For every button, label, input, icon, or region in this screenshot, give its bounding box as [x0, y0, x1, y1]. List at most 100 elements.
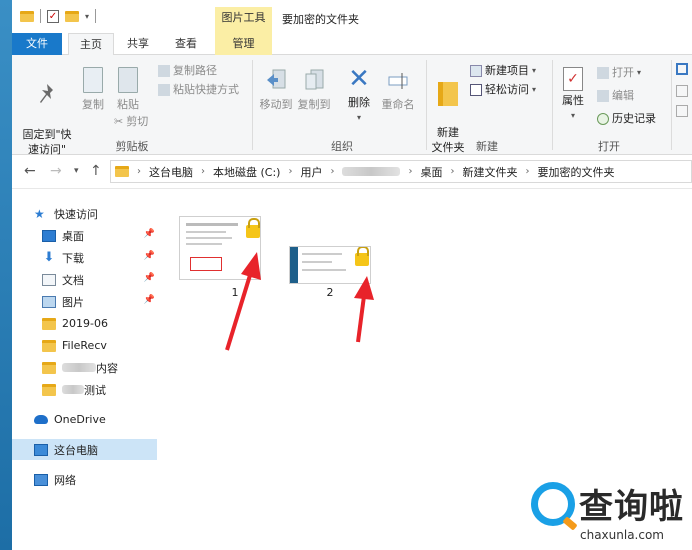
title-bar: ✓ ▾ 图片工具 要加密的文件夹: [12, 0, 692, 33]
ribbon-divider: [552, 60, 553, 150]
copy-button[interactable]: 复制: [78, 67, 108, 112]
tab-share[interactable]: 共享: [116, 33, 160, 55]
chevron-right-icon[interactable]: ›: [201, 166, 205, 177]
breadcrumb-current-folder[interactable]: 要加密的文件夹: [537, 164, 614, 180]
folder-icon: [20, 10, 34, 22]
properties-chevron-icon[interactable]: ▾: [556, 108, 590, 123]
address-bar[interactable]: › 这台电脑 › 本地磁盘 (C:) › 用户 › › 桌面 › 新建文件夹 ›…: [110, 160, 692, 183]
chevron-right-icon[interactable]: ›: [330, 166, 334, 177]
tab-view[interactable]: 查看: [164, 33, 208, 55]
folder-icon: [42, 361, 56, 374]
back-arrow-icon[interactable]: ←: [24, 163, 36, 179]
desktop-edge: [0, 0, 12, 550]
chevron-right-icon[interactable]: ›: [137, 166, 141, 177]
delete-dropdown-chevron-icon[interactable]: ▾: [342, 110, 376, 125]
breadcrumb-new-folder[interactable]: 新建文件夹: [462, 164, 517, 180]
edit-icon: [597, 90, 609, 102]
chevron-right-icon[interactable]: ›: [525, 166, 529, 177]
new-folder-icon[interactable]: [65, 10, 79, 22]
delete-label: 删除: [348, 96, 370, 109]
move-to-button[interactable]: 移动到: [258, 67, 294, 112]
select-all-icon[interactable]: [676, 63, 688, 75]
chevron-right-icon[interactable]: ›: [450, 166, 454, 177]
breadcrumb-users[interactable]: 用户: [300, 164, 322, 180]
move-to-icon: [267, 69, 286, 89]
pin-icon[interactable]: 📌: [144, 251, 155, 261]
new-item-chevron-icon: ▾: [532, 66, 537, 75]
nav-item-documents[interactable]: 文档 📌: [42, 269, 157, 290]
breadcrumb-local-disk[interactable]: 本地磁盘 (C:): [213, 164, 280, 180]
history-button[interactable]: 历史记录: [597, 112, 656, 126]
nav-quick-access-label: 快速访问: [54, 207, 98, 221]
pin-icon[interactable]: 📌: [144, 229, 155, 239]
nav-quick-access[interactable]: ★ 快速访问: [34, 203, 157, 224]
quick-access-toolbar: ✓ ▾: [20, 9, 97, 23]
group-label-new: 新建: [476, 140, 498, 153]
copy-path-icon: [158, 65, 170, 77]
nav-item-test-folder[interactable]: 测试: [42, 379, 157, 400]
paste-shortcut-label: 粘贴快捷方式: [173, 83, 239, 96]
toolbar-divider: [40, 9, 41, 23]
up-arrow-icon[interactable]: ↑: [90, 163, 102, 179]
nav-item-label: 文档: [62, 273, 84, 287]
invert-selection-icon[interactable]: [676, 105, 688, 117]
paste-label: 粘贴: [117, 98, 139, 111]
recent-locations-chevron-icon[interactable]: ▾: [74, 166, 79, 176]
group-label-clipboard: 剪贴板: [115, 140, 149, 153]
copy-path-button[interactable]: 复制路径: [158, 64, 217, 78]
copy-to-button[interactable]: 复制到: [296, 67, 332, 112]
chevron-right-icon[interactable]: ›: [288, 166, 292, 177]
forward-arrow-icon[interactable]: →: [50, 163, 62, 179]
nav-item-content-folder[interactable]: 内容: [42, 357, 157, 378]
ribbon-divider: [671, 60, 672, 150]
paste-button[interactable]: 粘贴: [112, 67, 144, 112]
toolbar-divider: [95, 9, 97, 23]
breadcrumb-this-pc[interactable]: 这台电脑: [149, 164, 193, 180]
pin-to-quick-access-button[interactable]: 固定到"快 速访问": [16, 67, 78, 157]
open-icon: [597, 67, 609, 79]
nav-item-downloads[interactable]: ⬇ 下载 📌: [42, 247, 157, 268]
nav-item-folder-2019-06[interactable]: 2019-06: [42, 313, 157, 334]
tab-file[interactable]: 文件: [12, 33, 62, 55]
open-button[interactable]: 打开 ▾: [597, 66, 641, 80]
nav-this-pc[interactable]: 这台电脑: [12, 439, 157, 460]
watermark-q-icon: [531, 481, 575, 526]
easy-access-button[interactable]: 轻松访问 ▾: [470, 83, 536, 97]
properties-check-icon[interactable]: ✓: [47, 9, 59, 23]
new-item-button[interactable]: 新建项目 ▾: [470, 64, 536, 78]
chevron-right-icon[interactable]: ›: [408, 166, 412, 177]
properties-button[interactable]: ✓ 属性 ▾: [556, 67, 590, 123]
copy-icon: [83, 67, 103, 93]
delete-button[interactable]: ✕ 删除 ▾: [342, 66, 376, 125]
edit-button[interactable]: 编辑: [597, 89, 634, 103]
scissors-icon: ✂: [114, 115, 124, 128]
rename-button[interactable]: 重命名: [378, 67, 418, 112]
annotation-arrow-2: [356, 295, 366, 343]
nav-network-label: 网络: [54, 473, 76, 487]
annotation-arrows: [225, 252, 374, 351]
nav-item-filerecv[interactable]: FileRecv: [42, 335, 157, 356]
nav-item-desktop[interactable]: 桌面 📌: [42, 225, 157, 246]
pin-icon[interactable]: 📌: [144, 273, 155, 283]
tab-home[interactable]: 主页: [68, 33, 114, 56]
nav-onedrive[interactable]: OneDrive: [34, 409, 157, 430]
open-label: 打开: [612, 66, 634, 79]
easy-access-icon: [470, 84, 482, 96]
nav-onedrive-label: OneDrive: [54, 413, 106, 426]
customize-toolbar-chevron-icon[interactable]: ▾: [85, 12, 89, 21]
ribbon-divider: [252, 60, 253, 150]
copy-to-label: 复制到: [297, 98, 331, 111]
watermark-logo: 查询啦: [531, 479, 684, 528]
paste-shortcut-button[interactable]: 粘贴快捷方式: [158, 83, 239, 97]
breadcrumb-username-redacted[interactable]: [342, 167, 401, 176]
cut-button[interactable]: ✂ 剪切: [114, 115, 148, 129]
nav-item-pictures[interactable]: 图片 📌: [42, 291, 157, 312]
document-icon: [42, 273, 56, 286]
breadcrumb-desktop[interactable]: 桌面: [420, 164, 442, 180]
rename-label: 重命名: [381, 98, 415, 111]
pin-icon[interactable]: 📌: [144, 295, 155, 305]
tab-manage[interactable]: 管理: [215, 33, 272, 55]
annotation-arrowhead-1: [241, 252, 261, 280]
nav-network[interactable]: 网络: [34, 469, 157, 490]
select-none-icon[interactable]: [676, 85, 688, 97]
